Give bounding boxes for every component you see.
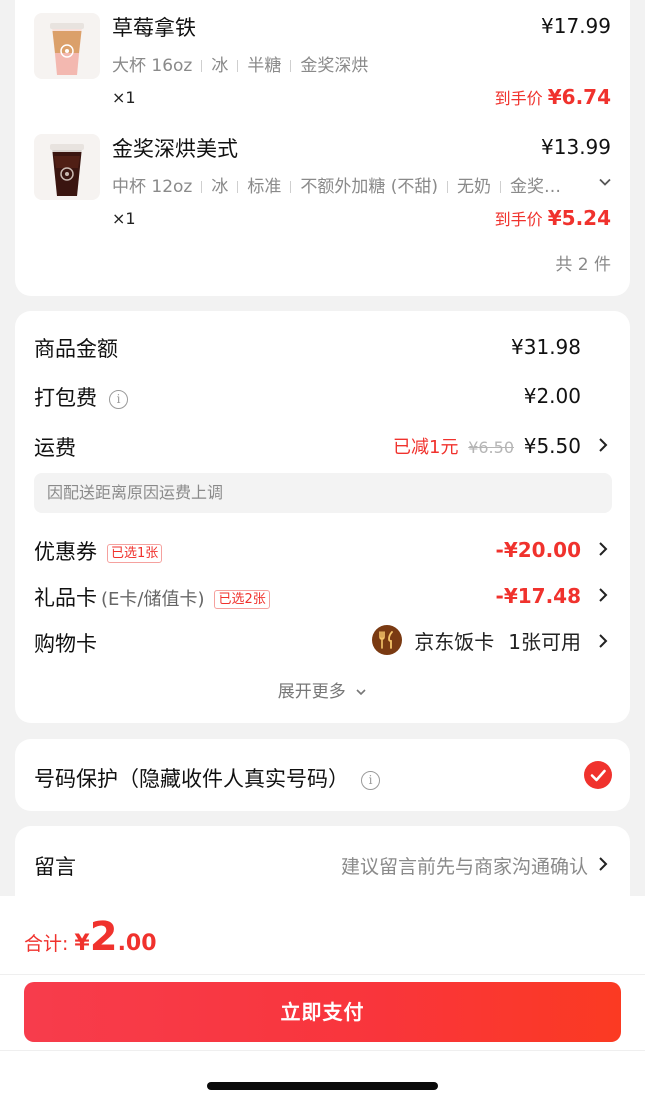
final-price-label: 到手价 [494, 210, 548, 229]
chevron-right-icon[interactable] [594, 855, 612, 873]
coupon-selected-badge: 已选1张 [107, 543, 163, 563]
chevron-right-icon[interactable] [594, 436, 612, 454]
chevron-down-icon[interactable] [598, 175, 612, 189]
shopcard-name: 京东饭卡 [414, 629, 495, 654]
product-name: 草莓拿铁 [112, 16, 196, 40]
packing-fee-label: 打包费 [34, 386, 97, 410]
chevron-right-icon[interactable] [594, 540, 612, 558]
spec-strength: 标准 [247, 177, 282, 197]
product-image-strawberry-latte [34, 13, 100, 79]
chevron-down-icon [356, 689, 366, 696]
product-qty: ×1 [112, 209, 136, 228]
order-items-card: 草莓拿铁 ¥17.99 大杯 16oz 冰半糖 金奖深烘 ×1 到手价 ¥6.74 … [15, 0, 630, 296]
order-total: 合计: ¥2.00 [24, 914, 157, 960]
product-name: 金奖深烘美式 [112, 137, 238, 161]
spec-temp: 冰 [211, 177, 229, 197]
final-price-value: ¥5.24 [547, 206, 611, 230]
giftcard-row[interactable]: 礼品卡 (E卡/储值卡) 已选2张 [34, 582, 270, 612]
product-final-price: 到手价 ¥6.74 [495, 85, 611, 109]
total-integer: 2 [89, 914, 118, 960]
coupon-label: 优惠券 [34, 540, 97, 564]
coupon-row[interactable]: 优惠券 已选1张 [34, 536, 163, 566]
packing-fee-value: ¥2.00 [523, 384, 581, 408]
product-specs: 中杯 12oz 冰标准 不额外加糖 (不甜) 无奶 金奖… [112, 172, 561, 197]
delivery-discount: 已减1元 [393, 437, 459, 458]
home-indicator[interactable] [207, 1082, 438, 1090]
info-icon[interactable]: i [361, 770, 380, 790]
total-currency: ¥ [74, 931, 90, 956]
spec-temp: 冰 [211, 56, 229, 76]
coupon-value: -¥20.00 [495, 538, 581, 562]
product-price: ¥13.99 [541, 135, 611, 159]
delivery-original-price: ¥6.50 [468, 438, 514, 457]
delivery-fee-label: 运费 [34, 436, 76, 460]
expand-more-label: 展开更多 [277, 682, 346, 702]
number-protection-row: 号码保护（隐藏收件人真实号码） i [34, 763, 380, 793]
message-hint: 建议留言前先与商家沟通确认 [340, 856, 588, 878]
number-protection-card: 号码保护（隐藏收件人真实号码） i [15, 739, 630, 811]
delivery-fee-values[interactable]: 已减1元 ¥6.50 ¥5.50 [393, 433, 581, 459]
checkout-bar: 合计: ¥2.00 立即支付 [0, 896, 645, 1103]
shopcard-label: 购物卡 [34, 632, 97, 656]
spec-sugar: 半糖 [247, 56, 282, 76]
divider [0, 1050, 645, 1051]
product-specs: 大杯 16oz 冰半糖 金奖深烘 [112, 51, 368, 76]
pay-now-button[interactable]: 立即支付 [24, 982, 621, 1042]
expand-more-button[interactable]: 展开更多 [15, 677, 630, 702]
price-breakdown-card: 商品金额 ¥31.98 打包费 i ¥2.00 运费 已减1元 ¥6.50 ¥5.… [15, 311, 630, 723]
spec-size: 大杯 16oz [112, 56, 193, 76]
final-price-label: 到手价 [494, 89, 548, 108]
subtotal-value: ¥31.98 [511, 335, 581, 359]
final-price-value: ¥6.74 [547, 85, 611, 109]
fork-knife-icon [372, 625, 403, 655]
delivery-notice: 因配送距离原因运费上调 [34, 473, 612, 513]
checkbox-checked-icon[interactable] [584, 761, 612, 789]
product-qty: ×1 [112, 88, 136, 107]
info-icon[interactable]: i [109, 389, 128, 409]
product-final-price: 到手价 ¥5.24 [495, 206, 611, 230]
divider [0, 974, 645, 975]
giftcard-sublabel: (E卡/储值卡) [101, 589, 205, 610]
item-count: 共 2 件 [555, 255, 611, 275]
chevron-right-icon[interactable] [594, 586, 612, 604]
product-image-americano [34, 134, 100, 200]
spec-bean: 金奖深烘 [300, 56, 369, 76]
total-decimal: .00 [117, 931, 157, 956]
shopcard-row[interactable]: 京东饭卡 1张可用 [372, 625, 581, 655]
spec-sugar: 不额外加糖 (不甜) [300, 177, 439, 197]
spec-size: 中杯 12oz [112, 177, 193, 197]
number-protection-label: 号码保护（隐藏收件人真实号码） [34, 767, 349, 791]
spec-milk: 无奶 [457, 177, 492, 197]
chevron-right-icon[interactable] [594, 632, 612, 650]
message-label: 留言 [34, 855, 76, 879]
shopcard-availability: 1张可用 [508, 629, 581, 654]
spec-bean: 金奖… [510, 177, 562, 197]
subtotal-label: 商品金额 [34, 337, 118, 361]
giftcard-selected-badge: 已选2张 [214, 589, 270, 609]
giftcard-value: -¥17.48 [495, 584, 581, 608]
total-label: 合计: [24, 933, 69, 955]
giftcard-label: 礼品卡 [34, 586, 97, 610]
delivery-fee-value: ¥5.50 [523, 434, 581, 458]
packing-fee-row: 打包费 i [34, 382, 128, 412]
product-price: ¥17.99 [541, 14, 611, 38]
